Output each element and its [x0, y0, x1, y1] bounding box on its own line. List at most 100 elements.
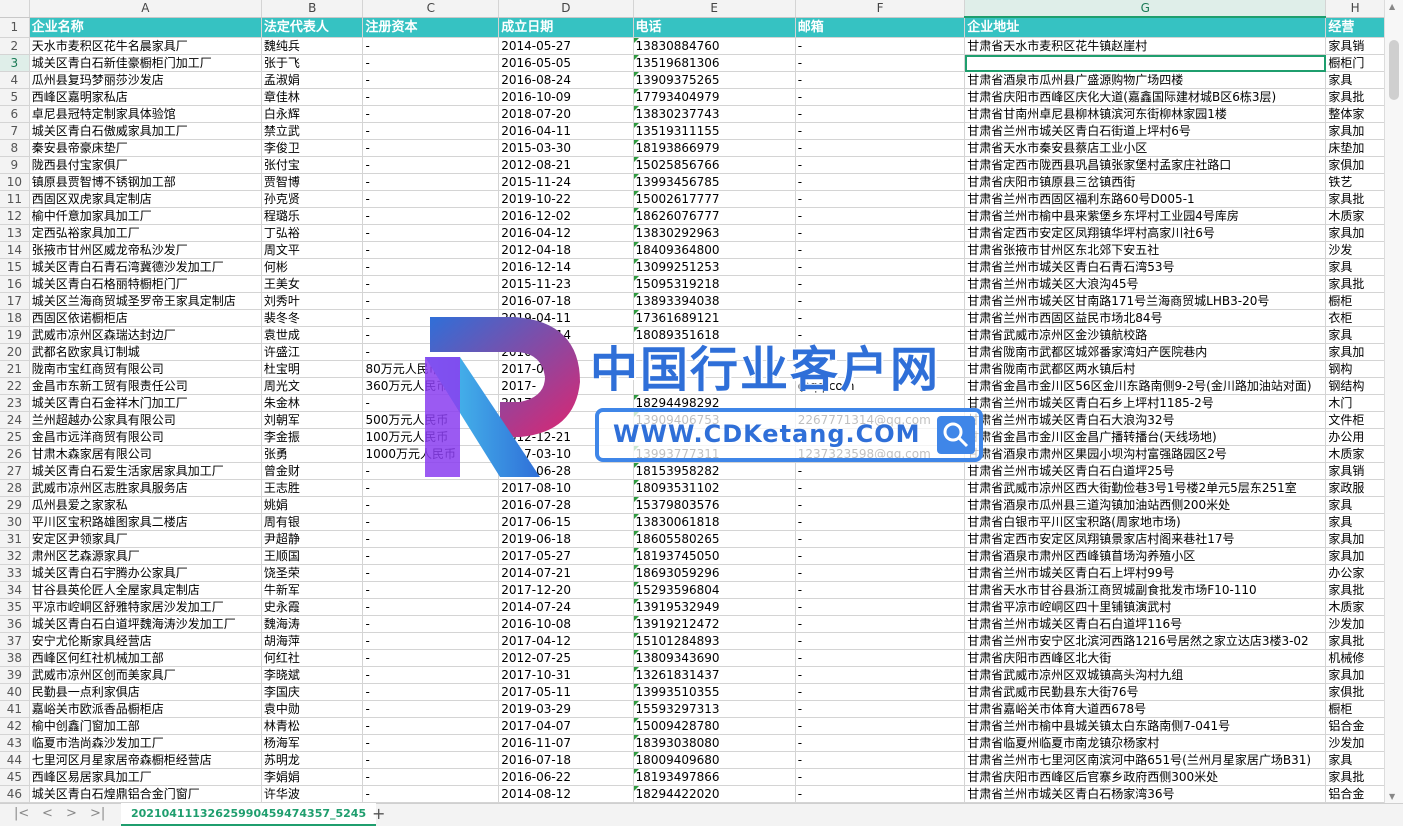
- table-cell[interactable]: 武威市凉州区志胜家具服务店: [29, 479, 262, 497]
- table-cell[interactable]: -: [362, 649, 500, 667]
- column-header[interactable]: A: [29, 0, 262, 18]
- table-cell[interactable]: 瓜州县爱之家家私: [29, 496, 262, 514]
- row-number[interactable]: 25: [0, 428, 30, 446]
- table-cell[interactable]: 15379803576: [633, 496, 796, 514]
- table-cell[interactable]: 何红社: [261, 649, 364, 667]
- table-cell[interactable]: 家具: [1325, 513, 1385, 531]
- table-cell[interactable]: 铁艺: [1325, 173, 1385, 191]
- table-cell[interactable]: -: [795, 530, 966, 548]
- table-cell[interactable]: 甘肃省庆阳市镇原县三岔镇西街: [964, 173, 1327, 191]
- sheet-tab[interactable]: 20210411132625990459474357_5245: [121, 803, 377, 826]
- row-number[interactable]: 44: [0, 751, 30, 769]
- table-cell[interactable]: 城关区青白石宇腾办公家具厂: [29, 564, 262, 582]
- table-cell[interactable]: -: [362, 581, 500, 599]
- table-cell[interactable]: 18409364800: [633, 241, 796, 259]
- table-cell[interactable]: 禁立武: [261, 122, 364, 140]
- row-number[interactable]: 1: [0, 17, 30, 38]
- table-cell[interactable]: 100万元人民币: [362, 428, 500, 446]
- table-cell[interactable]: 甘肃省兰州市城关区青白石青石湾53号: [964, 258, 1327, 276]
- table-cell[interactable]: 15293596804: [633, 581, 796, 599]
- table-cell[interactable]: 18089351618: [633, 326, 796, 344]
- table-cell[interactable]: -: [362, 479, 500, 497]
- table-cell[interactable]: 文件柜: [1325, 411, 1385, 429]
- row-number[interactable]: 43: [0, 734, 30, 752]
- table-cell[interactable]: -: [362, 88, 500, 106]
- table-cell[interactable]: 2018-07-20: [498, 105, 634, 123]
- row-number[interactable]: 26: [0, 445, 30, 463]
- table-cell[interactable]: 18626076777: [633, 207, 796, 225]
- header-cell[interactable]: 电话: [633, 17, 796, 38]
- table-cell[interactable]: 周文平: [261, 241, 364, 259]
- row-number[interactable]: 41: [0, 700, 30, 718]
- table-cell[interactable]: -: [362, 292, 500, 310]
- table-cell[interactable]: 西固区双虎家具定制店: [29, 190, 262, 208]
- table-cell[interactable]: 18193745050: [633, 547, 796, 565]
- table-cell[interactable]: -: [795, 751, 966, 769]
- table-cell[interactable]: 13261831437: [633, 666, 796, 684]
- table-cell[interactable]: 2016-06-22: [498, 768, 634, 786]
- table-cell[interactable]: 朱金林: [261, 394, 364, 412]
- table-cell[interactable]: 2016-04-12: [498, 224, 634, 242]
- scrollbar-thumb[interactable]: [1389, 40, 1399, 100]
- table-cell[interactable]: 2017-08-10: [498, 479, 634, 497]
- table-cell[interactable]: -: [795, 564, 966, 582]
- row-number[interactable]: 33: [0, 564, 30, 582]
- table-cell[interactable]: -: [795, 139, 966, 157]
- table-cell[interactable]: -: [795, 496, 966, 514]
- row-number[interactable]: 24: [0, 411, 30, 429]
- table-cell[interactable]: 80万元人民币: [362, 360, 500, 378]
- table-cell[interactable]: -: [795, 122, 966, 140]
- table-cell[interactable]: 13519311155: [633, 122, 796, 140]
- table-cell[interactable]: 甘肃省张掖市甘州区东北郊下安五社: [964, 241, 1327, 259]
- table-cell[interactable]: 家具批: [1325, 768, 1385, 786]
- table-cell[interactable]: 张掖市甘州区威龙帝私沙发厂: [29, 241, 262, 259]
- table-cell[interactable]: 沙发加: [1325, 615, 1385, 633]
- table-cell[interactable]: 甘肃省兰州市城关区青白石街道上坪村6号: [964, 122, 1327, 140]
- table-cell[interactable]: -: [362, 666, 500, 684]
- column-header[interactable]: G: [964, 0, 1327, 18]
- table-cell[interactable]: 甘肃省庆阳市西峰区后官寨乡政府西侧300米处: [964, 768, 1327, 786]
- table-cell[interactable]: -: [795, 632, 966, 650]
- table-cell[interactable]: 张付宝: [261, 156, 364, 174]
- table-cell[interactable]: -: [795, 173, 966, 191]
- table-cell[interactable]: 2016-11-07: [498, 734, 634, 752]
- table-cell[interactable]: 杜宝明: [261, 360, 364, 378]
- table-cell[interactable]: 2013-: [498, 411, 634, 429]
- table-cell[interactable]: 甘肃省兰州市城关区大浪沟45号: [964, 275, 1327, 293]
- table-cell[interactable]: 饶圣荣: [261, 564, 364, 582]
- table-cell[interactable]: 钢构: [1325, 360, 1385, 378]
- table-cell[interactable]: 2016-10-09: [498, 88, 634, 106]
- table-cell[interactable]: 孟淑娟: [261, 71, 364, 89]
- table-cell[interactable]: -: [795, 734, 966, 752]
- table-cell[interactable]: -: [362, 547, 500, 565]
- table-cell[interactable]: 2267771314@qq.com: [795, 411, 966, 429]
- table-cell[interactable]: -: [795, 462, 966, 480]
- table-cell[interactable]: 甘肃省兰州市七里河区南滨河中路651号(兰州月星家居广场B31): [964, 751, 1327, 769]
- table-cell[interactable]: -: [795, 190, 966, 208]
- table-cell[interactable]: 2017-04-07: [498, 717, 634, 735]
- table-cell[interactable]: 西峰区易居家具加工厂: [29, 768, 262, 786]
- table-cell[interactable]: 何彬: [261, 258, 364, 276]
- table-cell[interactable]: [633, 360, 796, 378]
- table-cell[interactable]: 2014-05-27: [498, 37, 634, 55]
- table-cell[interactable]: 甘肃木森家居有限公司: [29, 445, 262, 463]
- add-sheet-icon[interactable]: +: [372, 804, 385, 823]
- row-number[interactable]: 34: [0, 581, 30, 599]
- table-cell[interactable]: 2017-: [498, 394, 634, 412]
- table-cell[interactable]: 刘秀叶: [261, 292, 364, 310]
- table-cell[interactable]: [795, 428, 966, 446]
- column-header[interactable]: B: [261, 0, 364, 18]
- table-cell[interactable]: @qq.com: [795, 377, 966, 395]
- table-cell[interactable]: 甘肃省兰州市榆中县来紫堡乡东坪村工业园4号库房: [964, 207, 1327, 225]
- header-cell[interactable]: 经营: [1325, 17, 1385, 38]
- header-cell[interactable]: 企业名称: [29, 17, 262, 38]
- table-cell[interactable]: 2016-10-08: [498, 615, 634, 633]
- table-cell[interactable]: 2016-05-05: [498, 54, 634, 72]
- table-cell[interactable]: 甘肃省定西市安定区凤翔镇景家店村阁来巷社17号: [964, 530, 1327, 548]
- scroll-up-icon[interactable]: ▲: [1389, 2, 1395, 11]
- table-cell[interactable]: 1000万元人民币: [362, 445, 500, 463]
- table-cell[interactable]: 360万元人民币: [362, 377, 500, 395]
- table-cell[interactable]: -: [362, 700, 500, 718]
- table-cell[interactable]: 安定区尹领家具厂: [29, 530, 262, 548]
- table-cell[interactable]: 13830884760: [633, 37, 796, 55]
